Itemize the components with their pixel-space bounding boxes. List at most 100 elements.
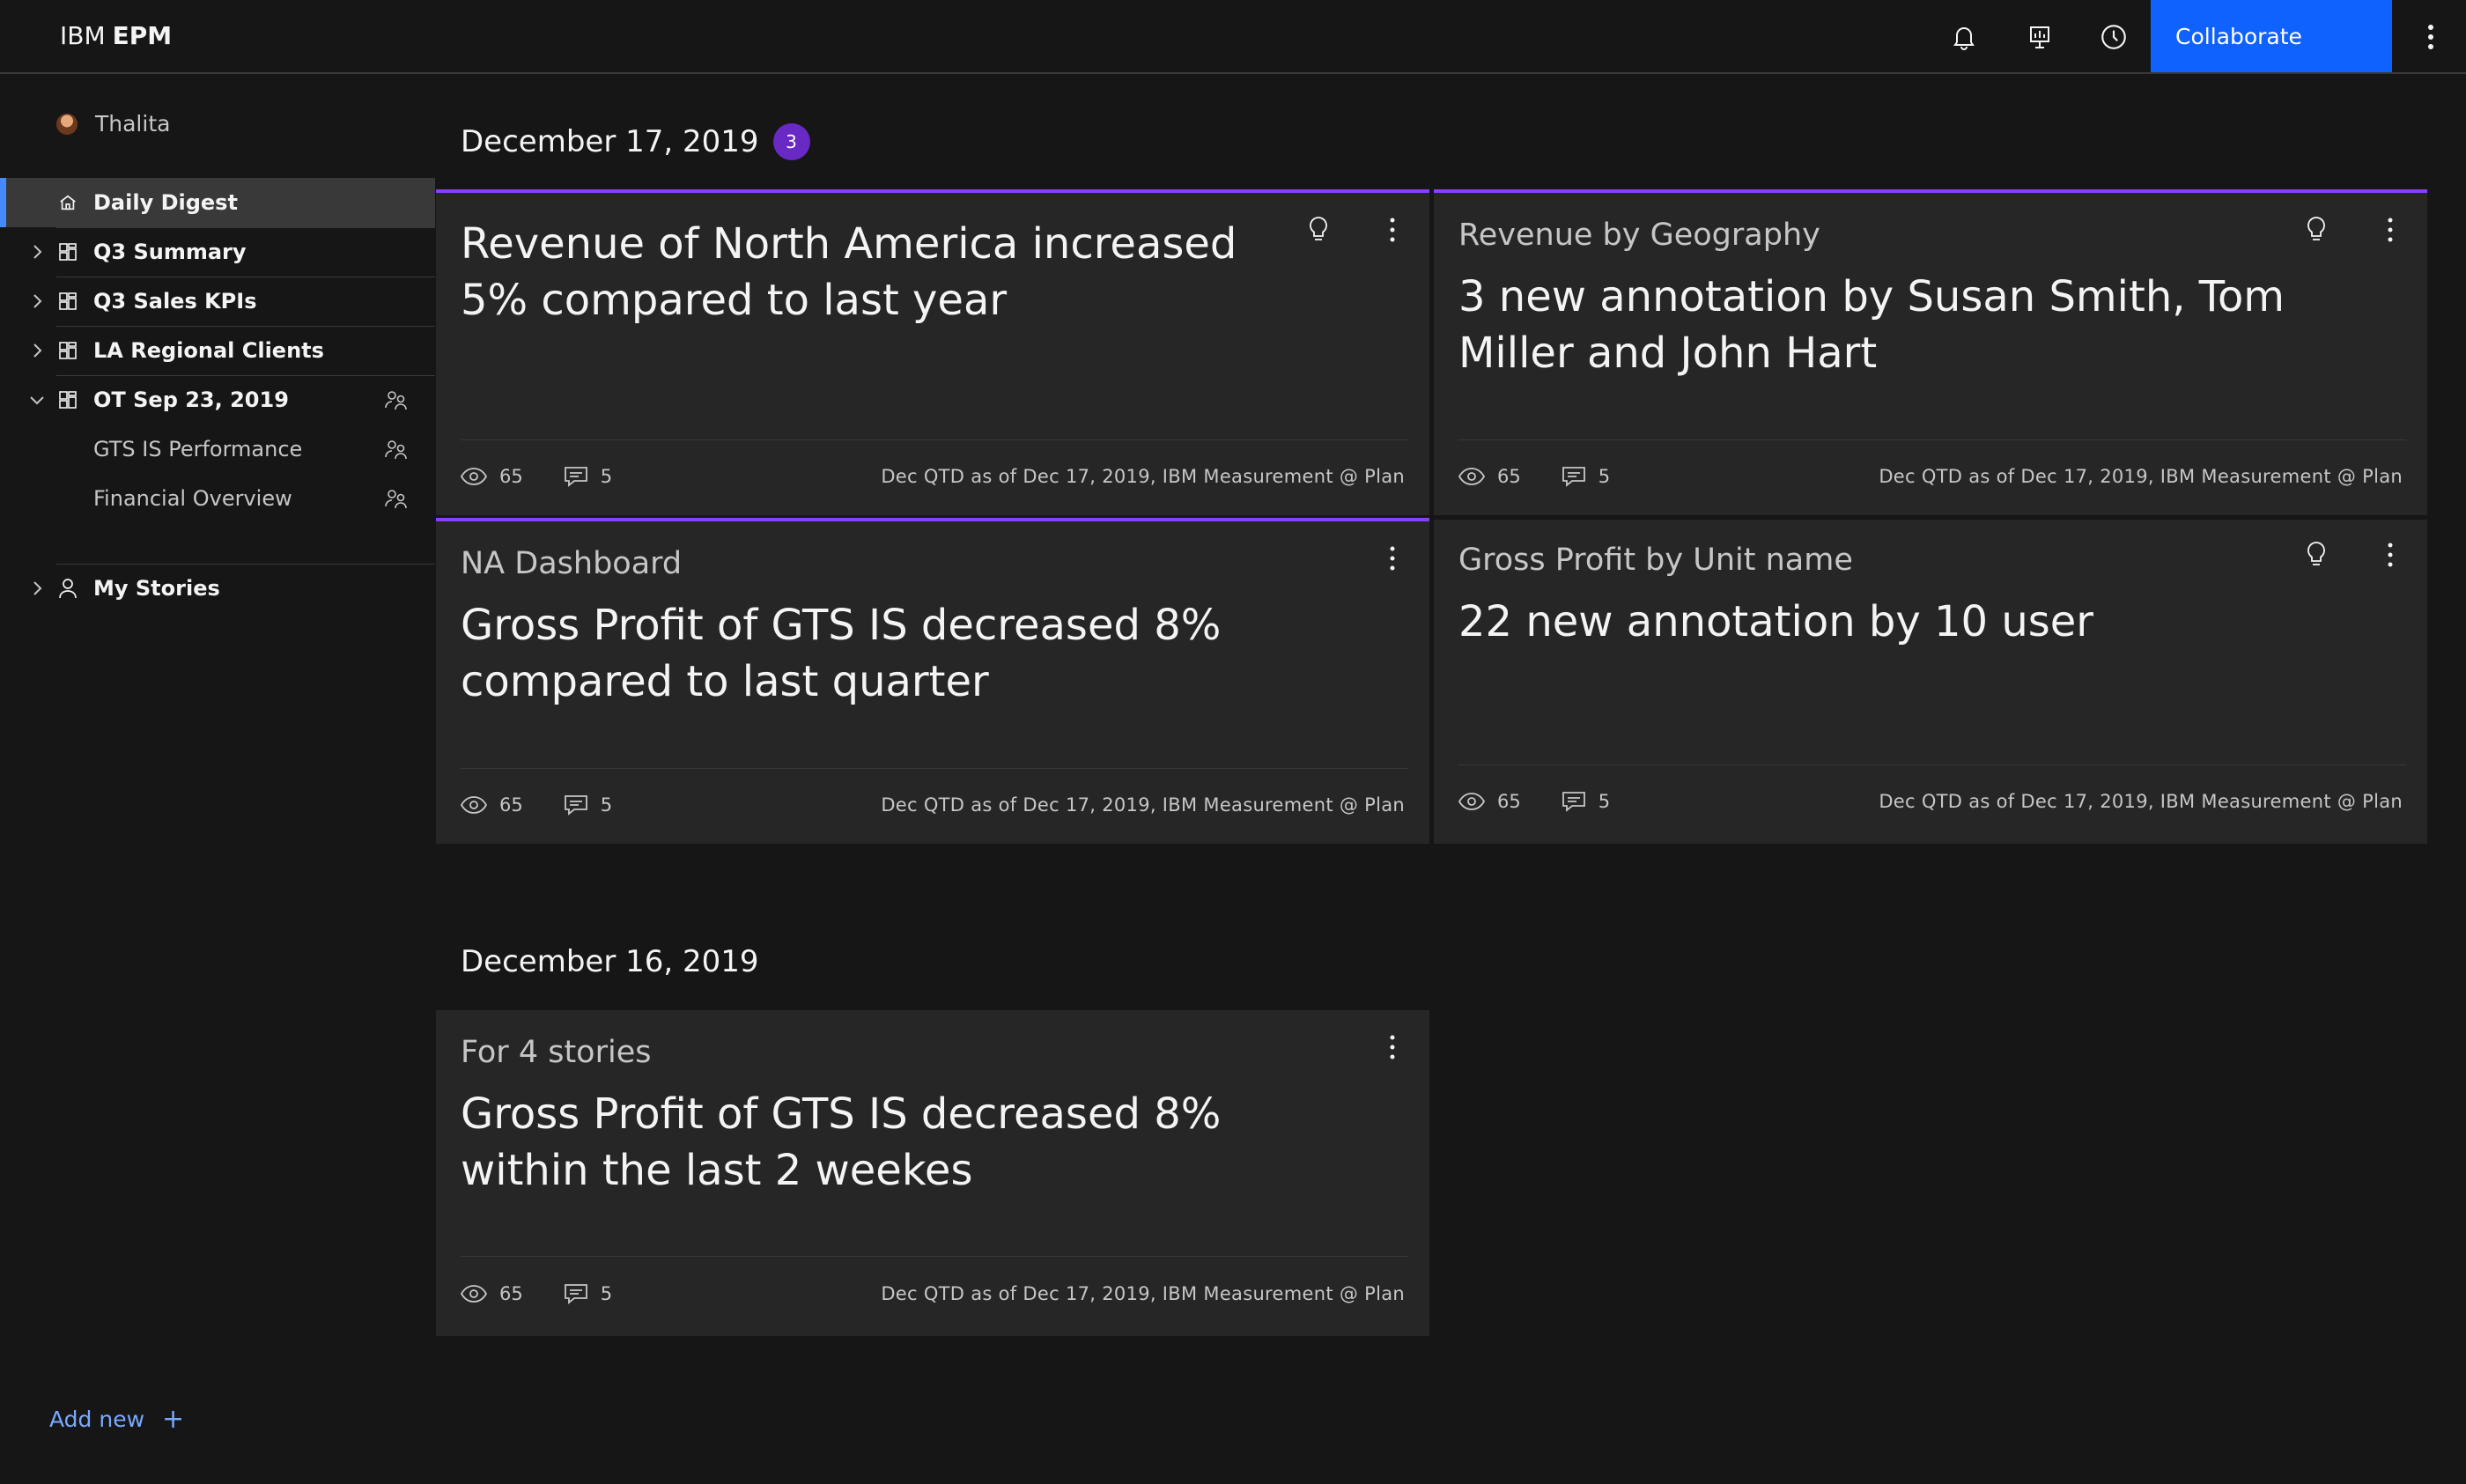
lightbulb-icon[interactable] — [2300, 539, 2332, 571]
date-heading: December 16, 2019 — [461, 944, 759, 979]
dashboard-icon — [58, 341, 78, 360]
comment-icon — [1562, 467, 1585, 487]
count-badge: 3 — [772, 123, 810, 160]
notification-bell-icon[interactable] — [1945, 18, 1983, 56]
views-stat: 65 — [1458, 466, 1521, 487]
add-new-label: Add new — [49, 1406, 145, 1432]
comment-icon — [564, 1284, 587, 1304]
comment-icon — [564, 795, 587, 816]
views-stat: 65 — [461, 1283, 523, 1304]
chevron-down-icon[interactable] — [28, 391, 46, 409]
sidebar-item-label: Daily Digest — [93, 190, 238, 215]
dashboard-icon — [58, 242, 78, 262]
collaborate-button[interactable]: Collaborate — [2151, 0, 2392, 72]
overflow-menu-icon[interactable] — [1377, 541, 1408, 576]
card-divider — [461, 439, 1408, 440]
comments-count: 5 — [600, 794, 613, 816]
eye-icon — [461, 1285, 487, 1303]
brand-name: EPM — [112, 21, 173, 50]
sidebar-item-label: Q3 Sales KPIs — [93, 289, 257, 314]
sidebar-subitem-gts-is-performance[interactable]: GTS IS Performance — [0, 425, 435, 474]
insight-card[interactable]: Gross Profit by Unit name 22 new annotat… — [1434, 520, 2427, 844]
user-profile[interactable]: Thalita — [56, 111, 170, 137]
dashboard-icon — [58, 390, 78, 410]
overflow-menu-icon[interactable] — [2374, 212, 2406, 247]
insight-card[interactable]: NA Dashboard Gross Profit of GTS IS decr… — [436, 518, 1429, 844]
comments-count: 5 — [1598, 466, 1611, 487]
insight-card[interactable]: Revenue of North America increased 5% co… — [436, 189, 1429, 515]
card-meta: Dec QTD as of Dec 17, 2019, IBM Measurem… — [881, 794, 1405, 816]
sidebar-subitem-financial-overview[interactable]: Financial Overview — [0, 474, 435, 523]
card-title: 22 new annotation by 10 user — [1458, 597, 2094, 646]
views-stat: 65 — [1458, 791, 1521, 812]
eye-icon — [461, 796, 487, 814]
lightbulb-icon[interactable] — [1303, 214, 1334, 246]
sidebar-item-daily-digest[interactable]: Daily Digest — [0, 178, 435, 227]
comments-stat: 5 — [564, 1283, 612, 1304]
sidebar-item-label: LA Regional Clients — [93, 338, 324, 363]
card-divider — [1458, 439, 2406, 440]
views-stat: 65 — [461, 794, 523, 816]
comments-stat: 5 — [1562, 791, 1610, 812]
card-footer: 65 5 Dec QTD as of Dec 17, 2019, IBM Mea… — [1458, 466, 2403, 487]
sidebar-item-q3-sales-kpis[interactable]: Q3 Sales KPIs — [0, 277, 435, 326]
views-count: 65 — [499, 794, 523, 816]
card-divider — [461, 768, 1408, 769]
dashboard-icon — [58, 292, 78, 311]
brand-logo[interactable]: IBM EPM — [60, 21, 172, 50]
presentation-icon[interactable] — [2020, 18, 2059, 56]
chevron-right-icon[interactable] — [28, 243, 46, 261]
views-count: 65 — [1497, 466, 1521, 487]
sidebar-item-label: My Stories — [93, 576, 220, 601]
user-icon — [58, 579, 78, 599]
card-footer: 65 5 Dec QTD as of Dec 17, 2019, IBM Mea… — [461, 466, 1405, 487]
sidebar-item-my-stories[interactable]: My Stories — [0, 564, 435, 613]
home-icon — [58, 193, 78, 212]
card-title: Gross Profit of GTS IS decreased 8% comp… — [461, 601, 1222, 706]
sidebar-item-la-regional-clients[interactable]: LA Regional Clients — [0, 326, 435, 375]
comments-stat: 5 — [1562, 466, 1610, 487]
history-clock-icon[interactable] — [2094, 18, 2133, 56]
sidebar-item-label: Financial Overview — [93, 486, 292, 511]
chevron-right-icon[interactable] — [28, 342, 46, 359]
overflow-menu-icon[interactable] — [2413, 18, 2448, 56]
card-divider — [1458, 764, 2406, 765]
card-title: 3 new annotation by Susan Smith, Tom Mil… — [1458, 272, 2285, 378]
chevron-right-icon[interactable] — [28, 580, 46, 597]
comments-stat: 5 — [564, 466, 612, 487]
overflow-menu-icon[interactable] — [1377, 212, 1408, 247]
eye-icon — [1458, 793, 1485, 810]
user-name: Thalita — [95, 111, 171, 137]
sidebar-item-label: GTS IS Performance — [93, 437, 303, 461]
insight-card[interactable]: For 4 stories Gross Profit of GTS IS dec… — [436, 1010, 1429, 1336]
card-meta: Dec QTD as of Dec 17, 2019, IBM Measurem… — [1879, 791, 2403, 812]
card-meta: Dec QTD as of Dec 17, 2019, IBM Measurem… — [1879, 466, 2403, 487]
card-divider — [461, 1256, 1408, 1257]
comments-count: 5 — [600, 466, 613, 487]
overflow-menu-icon[interactable] — [1377, 1030, 1408, 1065]
card-subtitle: Revenue by Geography — [1458, 218, 1820, 253]
views-count: 65 — [1497, 791, 1521, 812]
date-heading: December 17, 2019 3 — [461, 123, 810, 160]
comment-icon — [1562, 792, 1585, 812]
lightbulb-icon[interactable] — [2300, 214, 2332, 246]
card-footer: 65 5 Dec QTD as of Dec 17, 2019, IBM Mea… — [461, 1283, 1405, 1304]
insight-card[interactable]: Revenue by Geography 3 new annotation by… — [1434, 189, 2427, 515]
chevron-right-icon[interactable] — [28, 292, 46, 310]
sidebar: Thalita Daily Digest Q3 Summary Q3 Sales… — [0, 74, 435, 1484]
comments-count: 5 — [600, 1283, 613, 1304]
card-subtitle: Gross Profit by Unit name — [1458, 543, 1853, 578]
views-stat: 65 — [461, 466, 523, 487]
views-count: 65 — [499, 1283, 523, 1304]
comments-count: 5 — [1598, 791, 1611, 812]
sidebar-item-label: Q3 Summary — [93, 240, 247, 264]
overflow-menu-icon[interactable] — [2374, 537, 2406, 572]
eye-icon — [461, 468, 487, 485]
sidebar-item-q3-summary[interactable]: Q3 Summary — [0, 227, 435, 277]
plus-icon: + — [162, 1404, 185, 1435]
add-new-button[interactable]: Add new + — [49, 1404, 184, 1435]
sidebar-item-ot-sep-23[interactable]: OT Sep 23, 2019 — [0, 375, 435, 425]
sidebar-item-label: OT Sep 23, 2019 — [93, 388, 289, 412]
active-indicator — [0, 178, 6, 227]
brand-prefix: IBM — [60, 21, 106, 50]
